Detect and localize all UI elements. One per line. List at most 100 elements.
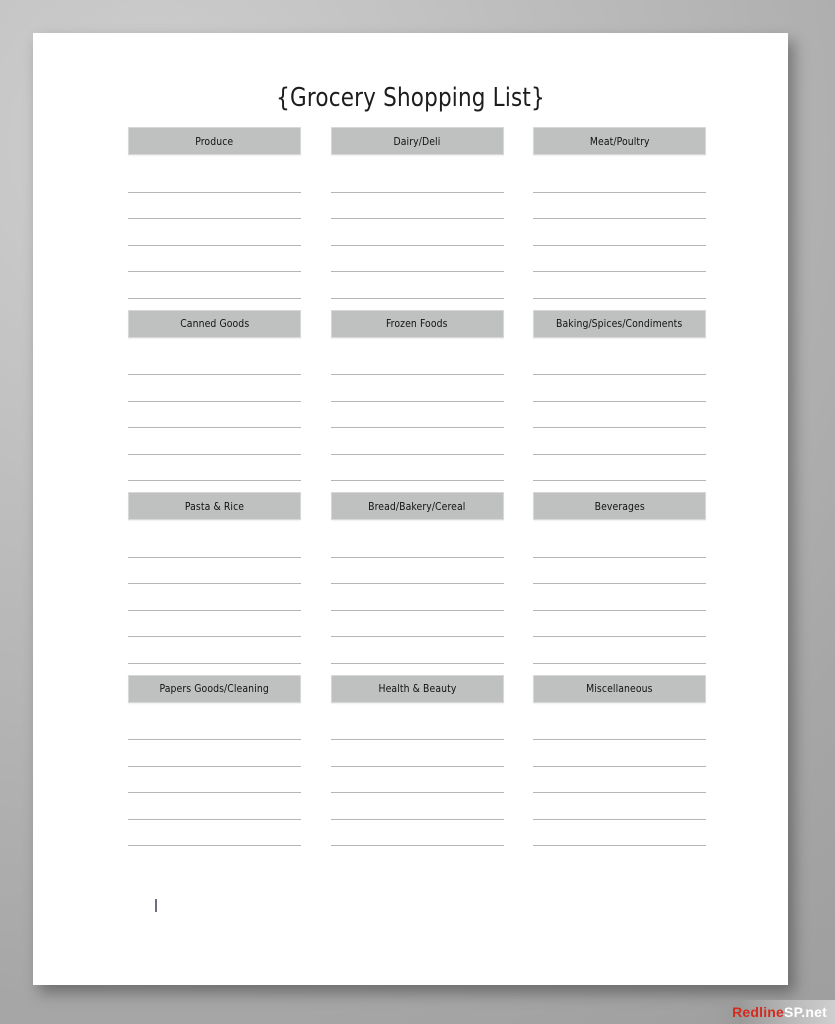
category-header-label: Health & Beauty: [378, 682, 456, 695]
category-header: Dairy/Deli: [330, 127, 504, 155]
category-header-label: Bread/Bakery/Cereal: [368, 499, 466, 513]
write-line[interactable]: [128, 375, 301, 402]
category-section-papers-goods-cleaning: Papers Goods/Cleaning: [128, 674, 301, 846]
category-header-label: Produce: [195, 134, 234, 148]
write-line[interactable]: [533, 531, 706, 558]
write-line[interactable]: [533, 402, 706, 428]
write-line[interactable]: [533, 793, 706, 820]
write-line[interactable]: [128, 584, 301, 611]
category-header-label: Frozen Foods: [386, 317, 448, 330]
category-grid: Produce Dairy/Deli Meat/Poultry Canned G…: [128, 127, 706, 857]
write-line[interactable]: [128, 637, 301, 664]
category-section-produce: Produce: [128, 127, 301, 299]
write-lines: [128, 155, 301, 299]
write-lines: [128, 703, 301, 846]
write-lines: [330, 338, 504, 481]
write-line[interactable]: [533, 166, 706, 193]
category-section-pasta-rice: Pasta & Rice: [128, 492, 301, 664]
write-line[interactable]: [330, 246, 504, 272]
write-line[interactable]: [533, 637, 706, 664]
write-line[interactable]: [330, 272, 504, 299]
printable-sheet: {Grocery Shopping List} Produce Dairy/De…: [33, 33, 788, 985]
category-header: Baking/Spices/Condiments: [533, 309, 706, 338]
write-line[interactable]: [330, 193, 504, 219]
write-line[interactable]: [330, 375, 504, 402]
write-line[interactable]: [533, 611, 706, 637]
write-line[interactable]: [533, 584, 706, 611]
category-header-label: Meat/Poultry: [589, 134, 650, 148]
write-line[interactable]: [330, 611, 504, 637]
write-line[interactable]: [330, 714, 504, 740]
write-line[interactable]: [128, 558, 301, 584]
write-line[interactable]: [330, 793, 504, 820]
write-line[interactable]: [533, 375, 706, 402]
write-line[interactable]: [128, 219, 301, 246]
write-line[interactable]: [128, 349, 301, 375]
write-line[interactable]: [128, 455, 301, 481]
category-header: Bread/Bakery/Cereal: [330, 492, 504, 520]
write-line[interactable]: [330, 402, 504, 428]
category-header: Frozen Foods: [330, 309, 504, 338]
category-header: Produce: [128, 127, 301, 155]
write-line[interactable]: [330, 219, 504, 246]
write-line[interactable]: [128, 402, 301, 428]
category-header: Canned Goods: [128, 309, 301, 338]
write-line[interactable]: [330, 349, 504, 375]
category-header-label: Miscellaneous: [586, 682, 653, 695]
write-line[interactable]: [330, 428, 504, 455]
write-lines: [533, 703, 706, 846]
write-line[interactable]: [128, 193, 301, 219]
category-section-beverages: Beverages: [533, 492, 706, 664]
write-line[interactable]: [128, 246, 301, 272]
category-header: Beverages: [533, 492, 706, 520]
write-line[interactable]: [128, 793, 301, 820]
category-header-label: Pasta & Rice: [184, 499, 245, 513]
category-header: Meat/Poultry: [533, 127, 706, 155]
category-section-bread-bakery-cereal: Bread/Bakery/Cereal: [330, 492, 504, 664]
write-line[interactable]: [128, 740, 301, 767]
write-lines: [533, 520, 706, 664]
category-section-health-beauty: Health & Beauty: [330, 674, 504, 846]
write-line[interactable]: [128, 272, 301, 299]
write-line[interactable]: [533, 740, 706, 767]
write-line[interactable]: [533, 714, 706, 740]
category-header-label: Dairy/Deli: [393, 134, 441, 148]
write-lines: [128, 338, 301, 481]
write-lines: [533, 155, 706, 299]
category-row: Canned Goods Frozen Foods Baking/Spices/…: [128, 309, 706, 481]
write-line[interactable]: [128, 166, 301, 193]
category-section-baking-spices-condiments: Baking/Spices/Condiments: [533, 309, 706, 481]
write-line[interactable]: [533, 219, 706, 246]
watermark: Redline SP.net: [714, 1000, 835, 1024]
write-line[interactable]: [128, 767, 301, 793]
write-line[interactable]: [330, 531, 504, 558]
write-line[interactable]: [533, 193, 706, 219]
write-line[interactable]: [533, 558, 706, 584]
write-line[interactable]: [330, 637, 504, 664]
write-line[interactable]: [330, 455, 504, 481]
write-line[interactable]: [128, 428, 301, 455]
write-line[interactable]: [330, 767, 504, 793]
write-line[interactable]: [128, 820, 301, 846]
write-line[interactable]: [533, 455, 706, 481]
category-header: Miscellaneous: [533, 674, 706, 703]
write-line[interactable]: [330, 558, 504, 584]
write-line[interactable]: [533, 428, 706, 455]
write-line[interactable]: [533, 349, 706, 375]
write-line[interactable]: [533, 767, 706, 793]
write-line[interactable]: [533, 820, 706, 846]
write-line[interactable]: [128, 611, 301, 637]
write-line[interactable]: [330, 584, 504, 611]
write-line[interactable]: [330, 740, 504, 767]
write-line[interactable]: [330, 820, 504, 846]
write-lines: [330, 520, 504, 664]
category-row: Produce Dairy/Deli Meat/Poultry: [128, 127, 706, 299]
write-line[interactable]: [533, 272, 706, 299]
write-line[interactable]: [128, 714, 301, 740]
category-header-label: Beverages: [594, 499, 645, 513]
category-header: Health & Beauty: [330, 674, 504, 703]
write-line[interactable]: [330, 166, 504, 193]
write-lines: [330, 703, 504, 846]
write-line[interactable]: [128, 531, 301, 558]
write-line[interactable]: [533, 246, 706, 272]
